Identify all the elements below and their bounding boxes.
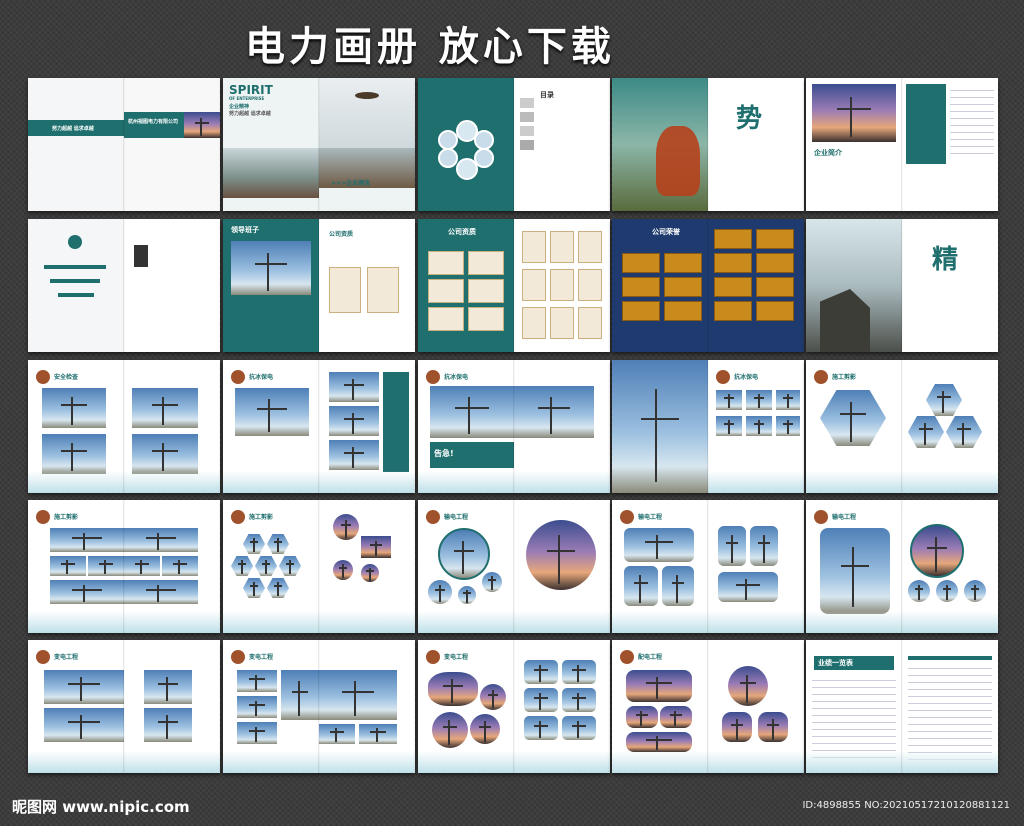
leaders-label: 领导班子 [231, 226, 259, 234]
flood-label-2: 抗冰保电 [444, 374, 469, 381]
spread-leaders[interactable]: 领导班子 公司资质 [223, 219, 415, 352]
transmission-label-3: 输电工程 [832, 514, 857, 521]
safety-label: 安全检查 [54, 374, 79, 381]
spread-contents[interactable]: 目录 [418, 78, 610, 211]
spread-intro[interactable]: 企业简介 [806, 78, 998, 211]
spread-essence[interactable]: 精 [806, 219, 998, 352]
image-id: ID:4898855 NO:20210517210120881121 [802, 800, 1010, 811]
spirit-title: SPIRIT [229, 83, 273, 97]
spirit-motto: 努力超越 追求卓越 [229, 111, 271, 117]
spread-flood-2[interactable]: 抗冰保电 告急! [418, 360, 610, 493]
spread-substation-3[interactable]: 变电工程 [418, 640, 610, 773]
spread-substation-2[interactable]: 变电工程 [223, 640, 415, 773]
honor-label: 公司荣誉 [652, 228, 680, 236]
transmission-label-2: 输电工程 [638, 514, 663, 521]
cover-slogan: 努力超越 追求卓越 [52, 126, 94, 132]
spread-qualification[interactable]: 公司资质 [418, 219, 610, 352]
spread-org[interactable] [28, 219, 220, 352]
flood-label-1: 抗冰保电 [249, 374, 274, 381]
spirit-sub: OF ENTERPRISE [229, 96, 265, 101]
substation-label-2: 变电工程 [249, 654, 274, 661]
spread-flood-3[interactable]: 抗冰保电 [612, 360, 804, 493]
spread-cover[interactable]: 努力超越 追求卓越 杭州视图电力有限公司 [28, 78, 220, 211]
spread-construction-grid[interactable]: 施工剪影 [28, 500, 220, 633]
spread-transmission-3[interactable]: 输电工程 [806, 500, 998, 633]
flood-label-3: 抗冰保电 [734, 374, 759, 381]
cover-company: 杭州视图电力有限公司 [128, 119, 179, 125]
substation-label-3: 变电工程 [444, 654, 469, 661]
intro-label: 企业简介 [814, 149, 842, 157]
site-watermark: 昵图网 www.nipic.com [12, 798, 190, 816]
spread-construction-hex[interactable]: 施工剪影 [806, 360, 998, 493]
spread-flood-1[interactable]: 抗冰保电 [223, 360, 415, 493]
spread-momentum[interactable]: 势 [612, 78, 804, 211]
spread-construction-hex2[interactable]: 施工剪影 [223, 500, 415, 633]
construction-label-1: 施工剪影 [832, 374, 857, 381]
qualification-label-2: 公司资质 [448, 228, 476, 236]
page-title: 电力画册 放心下载 [245, 24, 615, 70]
spread-spirit[interactable]: SPIRIT OF ENTERPRISE 企业精神 努力超越 追求卓越 >>>企… [223, 78, 415, 211]
spread-honors[interactable]: 公司荣誉 [612, 219, 804, 352]
warning-label: 告急! [434, 449, 454, 458]
shi-character: 势 [736, 104, 763, 134]
construction-label-3: 施工剪影 [249, 514, 274, 521]
transmission-label-1: 输电工程 [444, 514, 469, 521]
distribution-label: 配电工程 [638, 654, 663, 661]
qualification-label-1: 公司资质 [329, 231, 354, 238]
spread-transmission-2[interactable]: 输电工程 [612, 500, 804, 633]
contents-label: 目录 [540, 91, 554, 99]
substation-label-1: 变电工程 [54, 654, 79, 661]
spread-performance[interactable]: 业绩一览表 [806, 640, 998, 773]
spread-distribution[interactable]: 配电工程 [612, 640, 804, 773]
construction-label-2: 施工剪影 [54, 514, 79, 521]
jing-character: 精 [932, 245, 959, 275]
concept-label: >>>企业理念 [331, 180, 371, 187]
spread-safety[interactable]: 安全检查 [28, 360, 220, 493]
spirit-cn: 企业精神 [229, 104, 250, 110]
performance-label: 业绩一览表 [818, 659, 853, 667]
spread-substation-1[interactable]: 变电工程 [28, 640, 220, 773]
spread-transmission-1[interactable]: 输电工程 [418, 500, 610, 633]
